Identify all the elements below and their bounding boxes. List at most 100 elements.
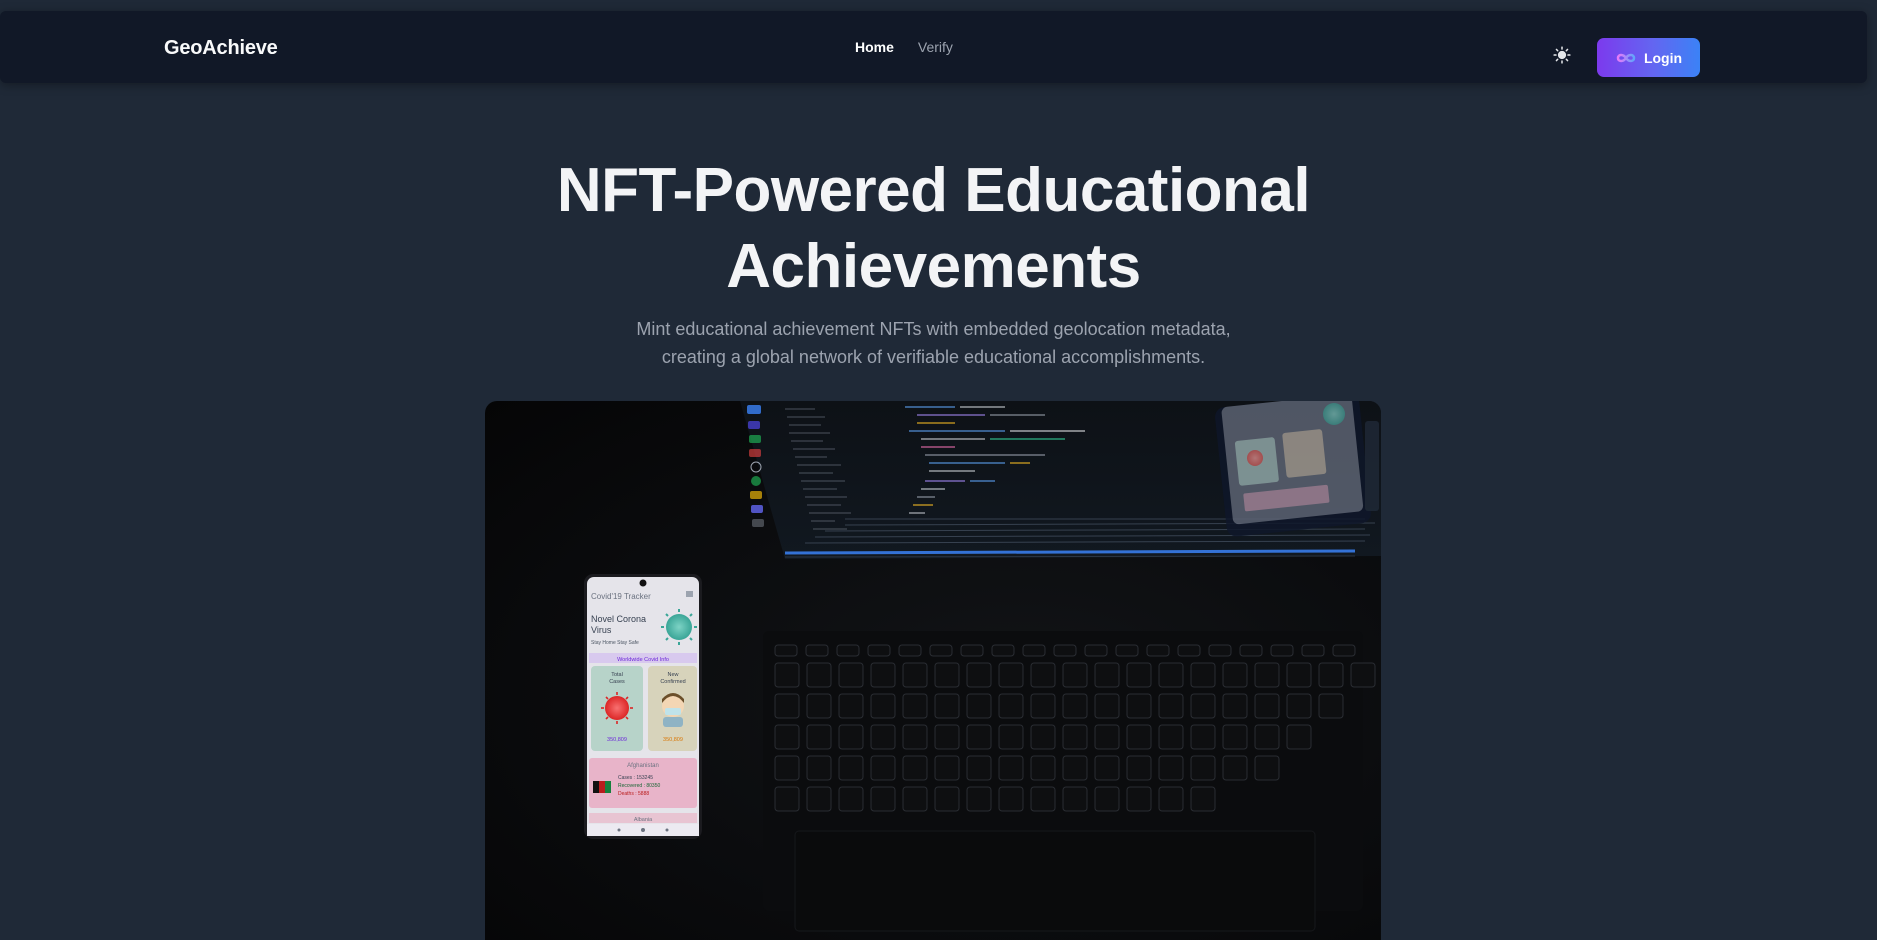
keyboard-key xyxy=(1115,644,1139,657)
keyboard-key xyxy=(1158,693,1184,719)
keyboard-key xyxy=(1030,786,1056,812)
keyboard-key xyxy=(1062,693,1088,719)
keyboard-key xyxy=(1094,755,1120,781)
keyboard-key xyxy=(998,786,1024,812)
login-button[interactable]: Login xyxy=(1597,38,1700,77)
keyboard-key xyxy=(1286,724,1312,750)
keyboard-key xyxy=(838,724,864,750)
keyboard-key xyxy=(1126,755,1152,781)
keyboard-key xyxy=(1177,644,1201,657)
nav-link-verify[interactable]: Verify xyxy=(918,39,953,55)
keyboard-key xyxy=(1030,662,1056,688)
keyboard-key xyxy=(934,662,960,688)
keyboard-key xyxy=(966,755,992,781)
keyboard-key xyxy=(929,644,953,657)
keyboard-key xyxy=(1030,755,1056,781)
keyboard-key xyxy=(1094,786,1120,812)
phone-card2-label-2: Confirmed xyxy=(660,679,685,685)
keyboard-key xyxy=(838,662,864,688)
phone-card1-label-2: Cases xyxy=(609,679,625,685)
top-navbar: GeoAchieve Home Verify Login xyxy=(0,11,1867,83)
keyboard-key xyxy=(1318,693,1344,719)
keyboard-key xyxy=(1158,755,1184,781)
phone-country: Afghanistan xyxy=(627,763,659,769)
keyboard-key xyxy=(966,724,992,750)
phone-recovered: Recovered : 80350 xyxy=(618,783,660,789)
keyboard-key xyxy=(1158,786,1184,812)
keyboard-key xyxy=(1222,662,1248,688)
keyboard-key xyxy=(870,724,896,750)
keyboard-key xyxy=(1332,644,1356,657)
phone-app-title: Covid'19 Tracker xyxy=(591,592,651,601)
keyboard-key xyxy=(998,662,1024,688)
keyboard-key xyxy=(1053,644,1077,657)
phone-cases: Cases : 153245 xyxy=(618,775,653,781)
keyboard-key xyxy=(1062,786,1088,812)
keyboard-key xyxy=(934,786,960,812)
keyboard-key xyxy=(1190,724,1216,750)
nav-link-home[interactable]: Home xyxy=(855,39,894,55)
phone-reflection xyxy=(1215,401,1379,537)
phone-card2-label-1: New xyxy=(667,672,678,678)
keyboard-key xyxy=(934,693,960,719)
keyboard-key xyxy=(934,755,960,781)
keyboard-key xyxy=(1146,644,1170,657)
keyboard-key xyxy=(1190,693,1216,719)
phone-tagline: Stay Home Stay Safe xyxy=(591,640,639,646)
phone-headline-1: Novel Corona xyxy=(591,614,646,624)
theme-toggle-button[interactable] xyxy=(1551,44,1573,66)
keyboard-key xyxy=(774,724,800,750)
keyboard-key xyxy=(1094,662,1120,688)
keyboard-key xyxy=(806,662,832,688)
keyboard-key xyxy=(1094,724,1120,750)
hero-image: Covid'19 Tracker Novel Corona Virus Stay… xyxy=(485,401,1381,940)
keyboard-key xyxy=(806,786,832,812)
hero-subtitle-line-2: creating a global network of verifiable … xyxy=(661,347,1206,367)
keyboard-key xyxy=(1286,693,1312,719)
keyboard-key xyxy=(1254,662,1280,688)
keyboard-key xyxy=(998,755,1024,781)
keyboard-key xyxy=(1318,662,1344,688)
keyboard-key xyxy=(870,693,896,719)
keyboard-key xyxy=(867,644,891,657)
phone-headline-2: Virus xyxy=(591,625,612,635)
hero-subtitle-line-1: Mint educational achievement NFTs with e… xyxy=(636,319,1231,339)
keyboard-key xyxy=(1084,644,1108,657)
keyboard-key xyxy=(1022,644,1046,657)
hero-subtitle: Mint educational achievement NFTs with e… xyxy=(0,315,1867,371)
keyboard-key xyxy=(774,662,800,688)
keyboard-key xyxy=(934,724,960,750)
keyboard-key xyxy=(838,786,864,812)
keyboard-key xyxy=(774,755,800,781)
keyboard-key xyxy=(998,693,1024,719)
keyboard-key xyxy=(1062,662,1088,688)
brand-logo[interactable]: GeoAchieve xyxy=(164,37,278,60)
keyboard-key xyxy=(1270,644,1294,657)
keyboard-key xyxy=(1222,755,1248,781)
hero-photo-laptop: Covid'19 Tracker Novel Corona Virus Stay… xyxy=(584,401,1381,932)
keyboard-key xyxy=(902,662,928,688)
keyboard-key xyxy=(1126,724,1152,750)
keyboard-key xyxy=(1239,644,1263,657)
keyboard-key xyxy=(1301,644,1325,657)
keyboard-key xyxy=(870,755,896,781)
keyboard-key xyxy=(774,644,798,657)
keyboard-key xyxy=(1190,786,1216,812)
phone-deaths: Deaths : 5888 xyxy=(618,791,649,797)
infinity-icon xyxy=(1616,53,1636,62)
keyboard-key xyxy=(838,693,864,719)
login-label: Login xyxy=(1643,49,1683,66)
keyboard-key xyxy=(1208,644,1232,657)
phone-covid-tracker: Covid'19 Tracker Novel Corona Virus Stay… xyxy=(584,574,702,839)
keyboard-key xyxy=(1094,693,1120,719)
keyboard-key xyxy=(774,693,800,719)
keyboard-key xyxy=(1222,693,1248,719)
keyboard-key xyxy=(902,755,928,781)
keyboard-key xyxy=(1126,662,1152,688)
keyboard-key xyxy=(774,786,800,812)
phone-card1-label-1: Total xyxy=(611,672,623,678)
keyboard-key xyxy=(838,755,864,781)
laptop-keyboard xyxy=(763,631,1376,932)
keyboard-key xyxy=(902,786,928,812)
keyboard-key xyxy=(806,693,832,719)
